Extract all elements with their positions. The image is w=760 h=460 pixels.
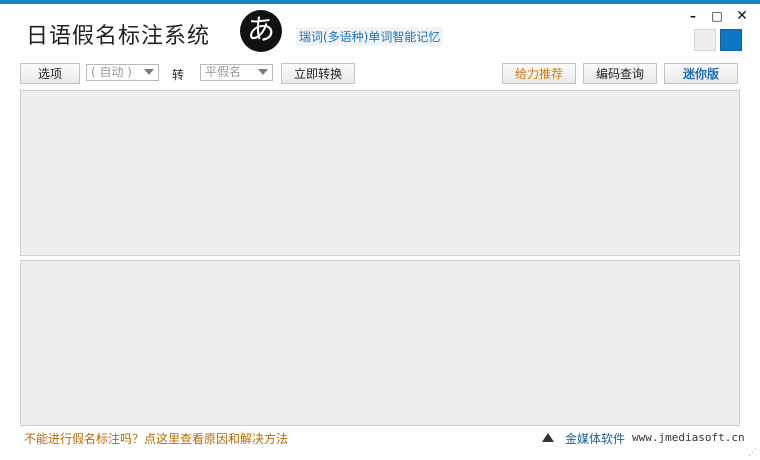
target-select-value: 平假名 <box>205 65 242 79</box>
close-button[interactable]: ✕ <box>733 8 751 24</box>
to-label: 转 <box>172 68 185 82</box>
chevron-down-icon <box>258 69 268 75</box>
help-link[interactable]: 不能进行假名标注吗？点这里查看原因和解决方法 <box>24 430 288 447</box>
code-lookup-button[interactable]: 编码查询 <box>583 63 657 84</box>
skin-blue-button[interactable] <box>720 29 742 51</box>
options-button[interactable]: 选项 <box>20 63 80 84</box>
publisher-name-link[interactable]: 金媒体软件 <box>565 430 625 447</box>
resize-grip-icon[interactable]: ⋰ <box>748 448 758 458</box>
chevron-down-icon <box>144 69 154 75</box>
title-bar-accent <box>0 0 760 4</box>
recommend-button[interactable]: 给力推荐 <box>502 63 576 84</box>
publisher-url-link[interactable]: www.jmediasoft.cn <box>632 431 745 444</box>
minimize-button[interactable]: – <box>684 8 702 24</box>
mini-version-button[interactable]: 迷你版 <box>664 63 738 84</box>
source-language-select[interactable]: ( 自动 ) <box>86 64 159 81</box>
target-kana-select[interactable]: 平假名 <box>200 64 273 81</box>
convert-button[interactable]: 立即转换 <box>281 63 355 84</box>
kana-logo-icon: あ <box>240 10 282 52</box>
skin-light-button[interactable] <box>694 29 716 51</box>
source-select-value: ( 自动 ) <box>91 65 132 79</box>
publisher-triangle-icon <box>542 433 554 442</box>
input-text-area[interactable] <box>20 90 740 256</box>
maximize-button[interactable]: □ <box>708 8 726 24</box>
promo-link[interactable]: 瑞词(多语种)单词智能记忆 <box>296 27 444 46</box>
output-text-area[interactable] <box>20 260 740 426</box>
app-title: 日语假名标注系统 <box>26 24 211 49</box>
